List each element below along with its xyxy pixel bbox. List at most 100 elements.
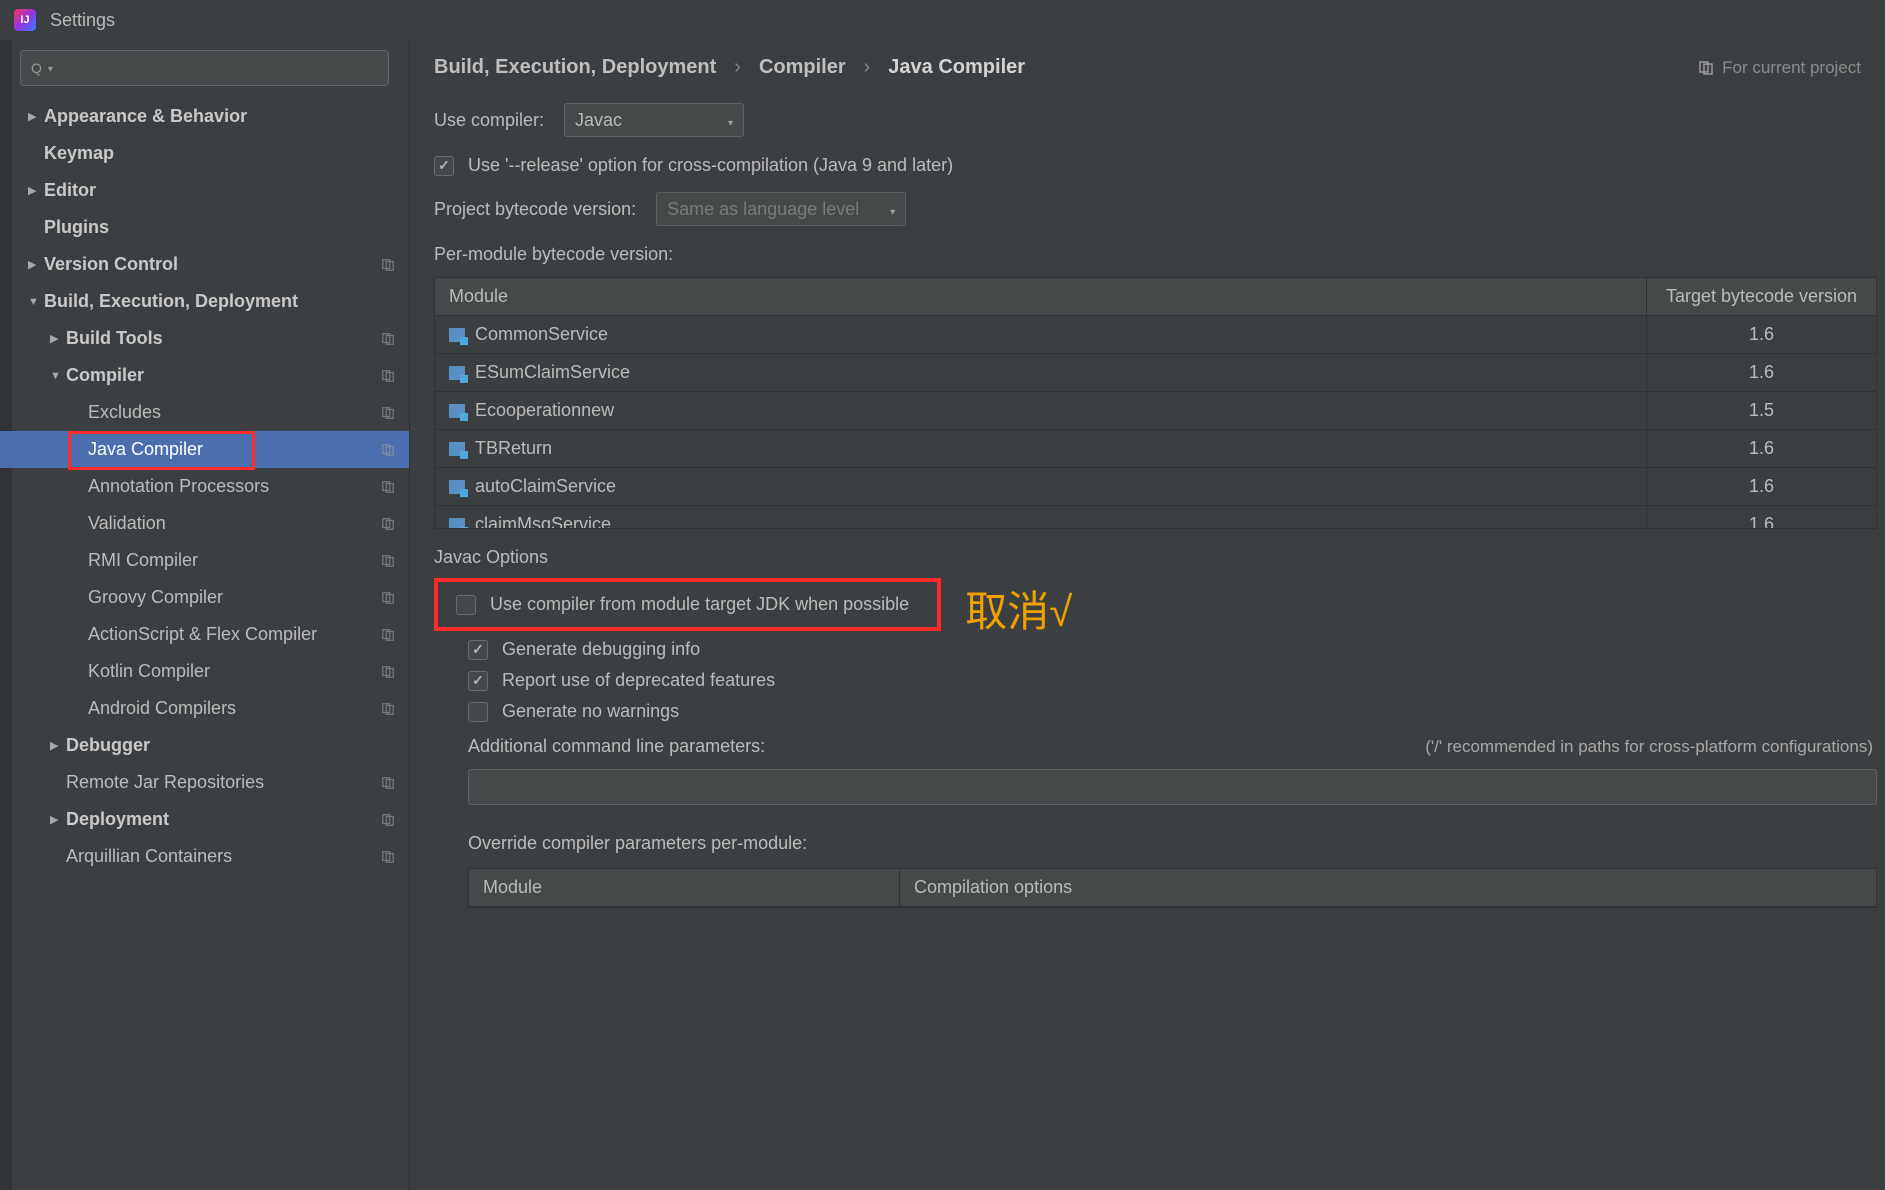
module-target[interactable]: 1.6	[1646, 468, 1876, 505]
main-panel: Build, Execution, Deployment › Compiler …	[410, 40, 1885, 1190]
project-scope-icon	[381, 406, 395, 420]
project-scope-icon	[381, 591, 395, 605]
th-override-module[interactable]: Module	[469, 869, 899, 906]
gen-no-warnings-checkbox[interactable]	[468, 702, 488, 722]
table-row[interactable]: ESumClaimService 1.6	[435, 354, 1876, 392]
breadcrumb-compiler[interactable]: Compiler	[759, 56, 846, 79]
table-row[interactable]: claimMsgService 1.6	[435, 506, 1876, 528]
sidebar-item-kotlin-compiler[interactable]: ▶ Kotlin Compiler	[0, 653, 409, 690]
sidebar-item-debugger[interactable]: ▶ Debugger	[0, 727, 409, 764]
titlebar: IJ Settings	[0, 0, 1885, 40]
use-compiler-label: Use compiler:	[434, 110, 544, 131]
project-scope-icon	[381, 702, 395, 716]
project-scope-icon	[381, 258, 395, 272]
sidebar-item-as-flex-compiler[interactable]: ▶ ActionScript & Flex Compiler	[0, 616, 409, 653]
sidebar-item-build-tools[interactable]: ▶ Build Tools	[0, 320, 409, 357]
module-icon	[449, 518, 465, 528]
module-target[interactable]: 1.6	[1646, 354, 1876, 391]
settings-tree: ▶ Appearance & Behavior ▶ Keymap ▶ Edito…	[0, 98, 409, 1190]
module-name: CommonService	[475, 324, 608, 344]
annotation-text: 取消√	[965, 578, 1072, 639]
use-module-jdk-label: Use compiler from module target JDK when…	[490, 594, 909, 615]
module-icon	[449, 366, 465, 380]
project-scope-icon	[381, 554, 395, 568]
sidebar-item-annotation-processors[interactable]: ▶ Annotation Processors	[0, 468, 409, 505]
addl-params-input[interactable]	[468, 769, 1877, 805]
sidebar-item-rmi-compiler[interactable]: ▶ RMI Compiler	[0, 542, 409, 579]
addl-params-hint: ('/' recommended in paths for cross-plat…	[1425, 737, 1873, 757]
javac-options-title: Javac Options	[434, 547, 1885, 568]
gen-debug-checkbox[interactable]	[468, 640, 488, 660]
chevron-down-icon	[880, 199, 895, 220]
th-module[interactable]: Module	[435, 278, 1646, 315]
module-name: Ecooperationnew	[475, 400, 614, 420]
scope-indicator: For current project	[1698, 58, 1861, 78]
project-scope-icon	[381, 776, 395, 790]
module-target[interactable]: 1.6	[1646, 316, 1876, 353]
chevron-right-icon: ▶	[50, 332, 66, 345]
module-name: TBReturn	[475, 438, 552, 458]
chevron-right-icon: ▶	[28, 110, 44, 123]
chevron-down-icon: ▼	[50, 370, 66, 382]
addl-params-label: Additional command line parameters:	[468, 736, 765, 757]
chevron-right-icon: ▶	[28, 258, 44, 271]
project-scope-icon	[381, 517, 395, 531]
project-scope-icon	[381, 332, 395, 346]
chevron-down-icon: ▼	[28, 296, 44, 308]
module-target[interactable]: 1.6	[1646, 430, 1876, 467]
sidebar-item-excludes[interactable]: ▶ Excludes	[0, 394, 409, 431]
project-scope-icon	[381, 443, 395, 457]
breadcrumb: Build, Execution, Deployment › Compiler …	[434, 56, 1025, 79]
sidebar-item-validation[interactable]: ▶ Validation	[0, 505, 409, 542]
bytecode-version-select[interactable]: Same as language level	[656, 192, 906, 226]
bytecode-version-label: Project bytecode version:	[434, 199, 636, 220]
module-target[interactable]: 1.5	[1646, 392, 1876, 429]
sidebar-item-groovy-compiler[interactable]: ▶ Groovy Compiler	[0, 579, 409, 616]
chevron-right-icon: ▶	[50, 813, 66, 826]
table-row[interactable]: Ecooperationnew 1.5	[435, 392, 1876, 430]
chevron-right-icon: ▶	[28, 184, 44, 197]
use-module-jdk-checkbox[interactable]	[456, 595, 476, 615]
sidebar-item-android-compilers[interactable]: ▶ Android Compilers	[0, 690, 409, 727]
module-icon	[449, 404, 465, 418]
table-row[interactable]: CommonService 1.6	[435, 316, 1876, 354]
override-label: Override compiler parameters per-module:	[468, 833, 1885, 854]
module-target[interactable]: 1.6	[1646, 506, 1876, 528]
chevron-down-icon	[718, 110, 733, 131]
table-row[interactable]: TBReturn 1.6	[435, 430, 1876, 468]
module-bytecode-table: Module Target bytecode version CommonSer…	[434, 277, 1877, 529]
project-scope-icon	[1698, 60, 1714, 76]
sidebar-item-keymap[interactable]: ▶ Keymap	[0, 135, 409, 172]
settings-sidebar: Q ▶ Appearance & Behavior ▶ Keymap ▶ Edi…	[0, 40, 410, 1190]
th-target[interactable]: Target bytecode version	[1646, 278, 1876, 315]
sidebar-item-compiler[interactable]: ▼ Compiler	[0, 357, 409, 394]
sidebar-item-remote-jar[interactable]: ▶ Remote Jar Repositories	[0, 764, 409, 801]
search-icon: Q	[31, 60, 42, 76]
module-name: ESumClaimService	[475, 362, 630, 382]
sidebar-item-plugins[interactable]: ▶ Plugins	[0, 209, 409, 246]
sidebar-item-bed[interactable]: ▼ Build, Execution, Deployment	[0, 283, 409, 320]
th-override-opts[interactable]: Compilation options	[899, 869, 1876, 906]
module-name: autoClaimService	[475, 476, 616, 496]
chevron-right-icon: ›	[864, 56, 871, 79]
release-option-checkbox[interactable]	[434, 156, 454, 176]
report-deprecated-checkbox[interactable]	[468, 671, 488, 691]
project-scope-icon	[381, 628, 395, 642]
use-compiler-select[interactable]: Javac	[564, 103, 744, 137]
project-scope-icon	[381, 813, 395, 827]
sidebar-item-java-compiler[interactable]: ▶ Java Compiler	[0, 431, 409, 468]
sidebar-item-deployment[interactable]: ▶ Deployment	[0, 801, 409, 838]
per-module-label: Per-module bytecode version:	[434, 244, 1885, 265]
window-title: Settings	[50, 10, 115, 31]
sidebar-item-version-control[interactable]: ▶ Version Control	[0, 246, 409, 283]
module-icon	[449, 328, 465, 342]
sidebar-item-editor[interactable]: ▶ Editor	[0, 172, 409, 209]
sidebar-item-appearance[interactable]: ▶ Appearance & Behavior	[0, 98, 409, 135]
table-row[interactable]: autoClaimService 1.6	[435, 468, 1876, 506]
module-name: claimMsgService	[475, 514, 611, 528]
breadcrumb-bed[interactable]: Build, Execution, Deployment	[434, 56, 716, 79]
sidebar-item-arquillian[interactable]: ▶ Arquillian Containers	[0, 838, 409, 875]
search-input[interactable]: Q	[20, 50, 389, 86]
report-deprecated-label: Report use of deprecated features	[502, 670, 775, 691]
app-icon: IJ	[14, 9, 36, 31]
